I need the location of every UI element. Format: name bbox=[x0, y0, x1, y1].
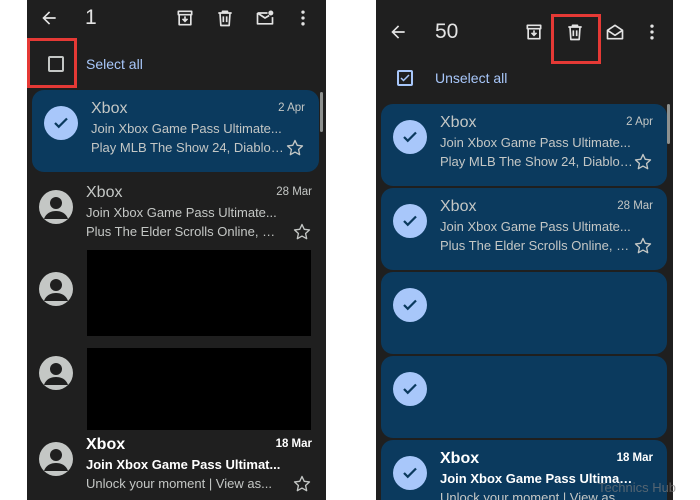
email-list-item[interactable] bbox=[381, 356, 667, 438]
check-icon bbox=[400, 74, 410, 82]
selected-check-avatar[interactable] bbox=[393, 288, 427, 322]
right-phone-screen: 50 Unselect all Xbox 2 Apr Join Xbox Gam… bbox=[376, 0, 673, 500]
person-icon bbox=[44, 449, 68, 471]
unselect-all-label[interactable]: Unselect all bbox=[435, 70, 507, 86]
mark-read-icon bbox=[606, 24, 624, 40]
selected-check-avatar[interactable] bbox=[44, 106, 78, 140]
select-all-label[interactable]: Select all bbox=[86, 56, 143, 72]
email-sender: Xbox bbox=[91, 100, 128, 117]
selected-count: 50 bbox=[435, 20, 459, 43]
back-button[interactable] bbox=[384, 18, 412, 46]
email-snippet: Plus The Elder Scrolls Online, D... bbox=[440, 238, 633, 253]
email-subject: Join Xbox Game Pass Ultimate... bbox=[440, 219, 631, 234]
delete-button[interactable] bbox=[561, 18, 589, 46]
archive-button[interactable] bbox=[171, 4, 199, 32]
more-vert-icon bbox=[650, 24, 654, 40]
selected-check-avatar[interactable] bbox=[393, 372, 427, 406]
check-icon bbox=[403, 215, 417, 227]
select-all-checkbox[interactable] bbox=[48, 56, 64, 72]
select-all-row: Unselect all bbox=[376, 60, 673, 96]
mark-read-button[interactable] bbox=[601, 18, 629, 46]
check-icon bbox=[403, 383, 417, 395]
check-icon bbox=[403, 467, 417, 479]
redaction-block bbox=[87, 250, 311, 336]
email-list-item[interactable]: Xbox 18 Mar Join Xbox Game Pass Ultimat.… bbox=[27, 426, 326, 500]
email-snippet: Plus The Elder Scrolls Online, D... bbox=[86, 224, 281, 239]
person-icon bbox=[44, 279, 68, 301]
star-button[interactable] bbox=[292, 474, 312, 494]
email-snippet: Play MLB The Show 24, Diablo I... bbox=[91, 140, 284, 155]
selected-count: 1 bbox=[85, 6, 97, 29]
left-phone-screen: 1 Select all Xbox 2 Apr Join Xbox Game P… bbox=[27, 0, 326, 500]
check-icon bbox=[54, 117, 68, 129]
star-outline-icon bbox=[293, 475, 311, 492]
mark-unread-icon bbox=[256, 10, 274, 25]
watermark: Technics Hub bbox=[598, 480, 677, 495]
person-icon bbox=[44, 197, 68, 219]
email-list-item[interactable]: Xbox 2 Apr Join Xbox Game Pass Ultimate.… bbox=[32, 90, 319, 172]
check-icon bbox=[403, 299, 417, 311]
check-icon bbox=[403, 131, 417, 143]
sender-avatar[interactable] bbox=[39, 272, 73, 306]
email-subject: Join Xbox Game Pass Ultimate... bbox=[86, 205, 277, 220]
arrow-back-icon bbox=[391, 25, 405, 39]
mark-unread-button[interactable] bbox=[251, 4, 279, 32]
redaction-block bbox=[87, 348, 311, 430]
email-sender: Xbox bbox=[86, 436, 126, 453]
email-subject: Join Xbox Game Pass Ultimate... bbox=[440, 135, 631, 150]
star-outline-icon bbox=[286, 139, 304, 156]
sender-avatar[interactable] bbox=[39, 356, 73, 390]
arrow-back-icon bbox=[42, 11, 56, 25]
sender-avatar[interactable] bbox=[39, 442, 73, 476]
more-options-button[interactable] bbox=[638, 18, 666, 46]
selected-check-avatar[interactable] bbox=[393, 204, 427, 238]
more-options-button[interactable] bbox=[289, 4, 317, 32]
email-subject: Join Xbox Game Pass Ultimat... bbox=[86, 457, 281, 472]
trash-icon bbox=[568, 24, 582, 41]
email-snippet: Play MLB The Show 24, Diablo I... bbox=[440, 154, 633, 169]
email-list-item[interactable]: Xbox 2 Apr Join Xbox Game Pass Ultimate.… bbox=[381, 104, 667, 186]
selection-toolbar: 50 bbox=[376, 0, 673, 60]
scrollbar[interactable] bbox=[320, 92, 323, 132]
email-sender: Xbox bbox=[440, 198, 477, 215]
scrollbar[interactable] bbox=[667, 104, 670, 144]
email-sender: Xbox bbox=[440, 114, 477, 131]
star-button[interactable] bbox=[285, 138, 305, 158]
email-subject: Join Xbox Game Pass Ultimate... bbox=[91, 121, 282, 136]
selected-check-avatar[interactable] bbox=[393, 456, 427, 490]
archive-button[interactable] bbox=[520, 18, 548, 46]
archive-icon bbox=[177, 10, 193, 26]
person-icon bbox=[44, 363, 68, 385]
email-list-item[interactable]: Xbox 28 Mar Join Xbox Game Pass Ultimate… bbox=[381, 188, 667, 270]
email-date: 18 Mar bbox=[616, 452, 653, 464]
more-vert-icon bbox=[301, 10, 305, 26]
sender-avatar[interactable] bbox=[39, 190, 73, 224]
email-sender: Xbox bbox=[86, 184, 123, 201]
select-all-row: Select all bbox=[27, 44, 326, 84]
trash-icon bbox=[218, 10, 232, 27]
email-list-item[interactable]: Xbox 28 Mar Join Xbox Game Pass Ultimate… bbox=[27, 174, 326, 256]
selection-toolbar: 1 bbox=[27, 0, 326, 40]
email-sender: Xbox bbox=[440, 450, 480, 467]
star-outline-icon bbox=[293, 223, 311, 240]
star-outline-icon bbox=[634, 237, 652, 254]
email-list-item[interactable] bbox=[381, 272, 667, 354]
email-date: 28 Mar bbox=[617, 200, 653, 212]
star-button[interactable] bbox=[633, 236, 653, 256]
email-date: 2 Apr bbox=[278, 102, 305, 114]
archive-icon bbox=[526, 24, 542, 40]
star-button[interactable] bbox=[292, 222, 312, 242]
star-button[interactable] bbox=[633, 152, 653, 172]
email-date: 18 Mar bbox=[275, 438, 312, 450]
email-date: 2 Apr bbox=[626, 116, 653, 128]
selected-check-avatar[interactable] bbox=[393, 120, 427, 154]
delete-button[interactable] bbox=[211, 4, 239, 32]
star-outline-icon bbox=[634, 153, 652, 170]
email-date: 28 Mar bbox=[276, 186, 312, 198]
back-button[interactable] bbox=[35, 4, 63, 32]
unselect-all-checkbox[interactable] bbox=[397, 70, 413, 86]
email-snippet: Unlock your moment | View as... bbox=[86, 476, 272, 491]
